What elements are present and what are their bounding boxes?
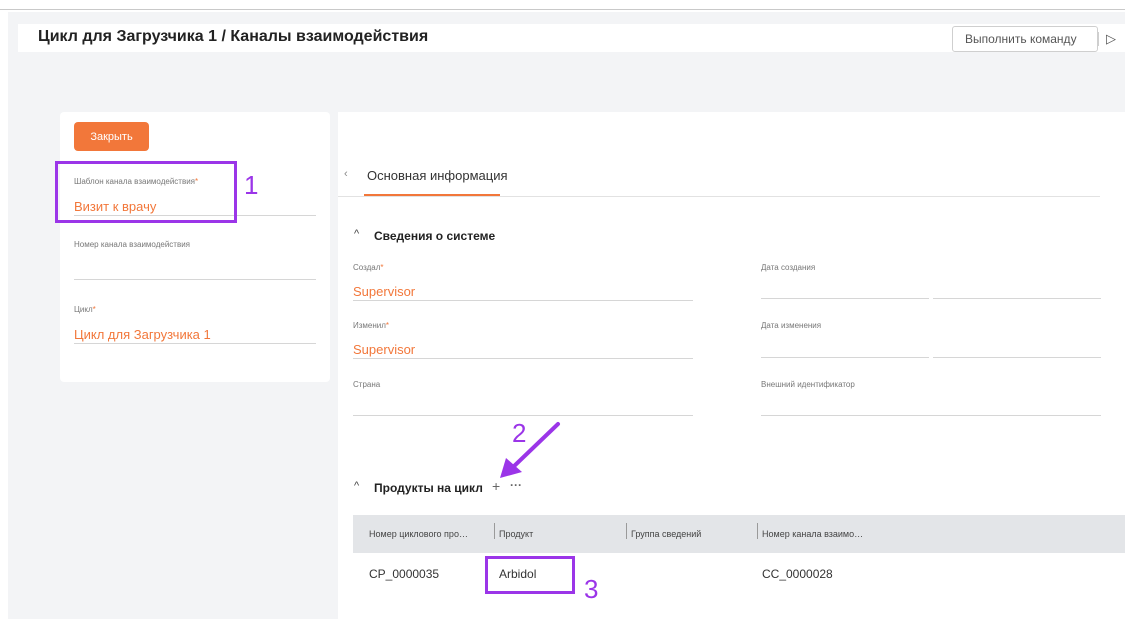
top-bar (0, 0, 1125, 10)
cycle-field-label: Цикл* (74, 305, 96, 314)
modified-by-underline (353, 358, 693, 359)
column-header-info-group[interactable]: Группа сведений (631, 529, 701, 539)
modified-date-underline (761, 357, 929, 358)
modified-date-label: Дата изменения (761, 321, 822, 330)
annotation-arrow-icon (500, 422, 560, 478)
column-header-product[interactable]: Продукт (499, 529, 533, 539)
created-date-underline (761, 298, 929, 299)
chevron-up-icon[interactable]: ^ (354, 228, 359, 240)
close-button[interactable]: Закрыть (74, 122, 149, 151)
column-header-channel-number[interactable]: Номер канала взаимо… (762, 529, 863, 539)
cycle-field-underline (74, 343, 316, 344)
annotation-number-3: 3 (584, 574, 599, 604)
products-table-header (353, 515, 1125, 553)
modified-by-field[interactable]: Supervisor (353, 342, 415, 357)
system-section-title: Сведения о системе (374, 229, 496, 243)
external-id-label: Внешний идентификатор (761, 380, 855, 389)
run-command-label: Выполнить команду (965, 32, 1077, 46)
chevron-up-icon[interactable]: ^ (354, 480, 359, 492)
column-header-cycle-product-number[interactable]: Номер циклового про… (369, 529, 468, 539)
country-underline (353, 415, 693, 416)
created-by-field[interactable]: Supervisor (353, 284, 415, 299)
column-divider[interactable] (757, 523, 758, 539)
cycle-field[interactable]: Цикл для Загрузчика 1 (74, 327, 211, 342)
column-divider[interactable] (626, 523, 627, 539)
modified-date-field[interactable] (761, 338, 929, 356)
column-divider[interactable] (494, 523, 495, 539)
created-date-field[interactable] (761, 280, 929, 298)
run-command-button[interactable]: Выполнить команду (952, 26, 1098, 52)
table-cell-channel-number[interactable]: CC_0000028 (762, 567, 833, 581)
created-date-label: Дата создания (761, 263, 816, 272)
tab-main-info[interactable]: Основная информация (367, 168, 508, 183)
country-label: Страна (353, 380, 381, 389)
modified-time-underline (933, 357, 1101, 358)
channel-number-underline (74, 279, 316, 280)
created-by-underline (353, 300, 693, 301)
play-icon[interactable]: ▷ (1106, 31, 1116, 47)
annotation-box-1 (55, 161, 237, 223)
tabs-divider (338, 196, 1100, 197)
products-section-title: Продукты на цикл (374, 481, 483, 495)
annotation-box-3 (485, 556, 575, 594)
chevron-left-icon[interactable]: ‹ (344, 168, 348, 180)
channel-number-field[interactable] (74, 258, 316, 276)
page-title: Цикл для Загрузчика 1 / Каналы взаимодей… (38, 28, 429, 45)
external-id-underline (761, 415, 1101, 416)
country-field[interactable] (353, 396, 693, 414)
annotation-number-1: 1 (244, 170, 259, 200)
table-cell-cycle-product-number[interactable]: CP_0000035 (369, 567, 439, 581)
modified-by-label: Изменил* (353, 321, 390, 330)
created-by-label: Создал* (353, 263, 384, 272)
command-divider (1098, 32, 1099, 46)
channel-number-label: Номер канала взаимодействия (74, 240, 190, 249)
external-id-field[interactable] (761, 396, 1101, 414)
created-time-underline (933, 298, 1101, 299)
